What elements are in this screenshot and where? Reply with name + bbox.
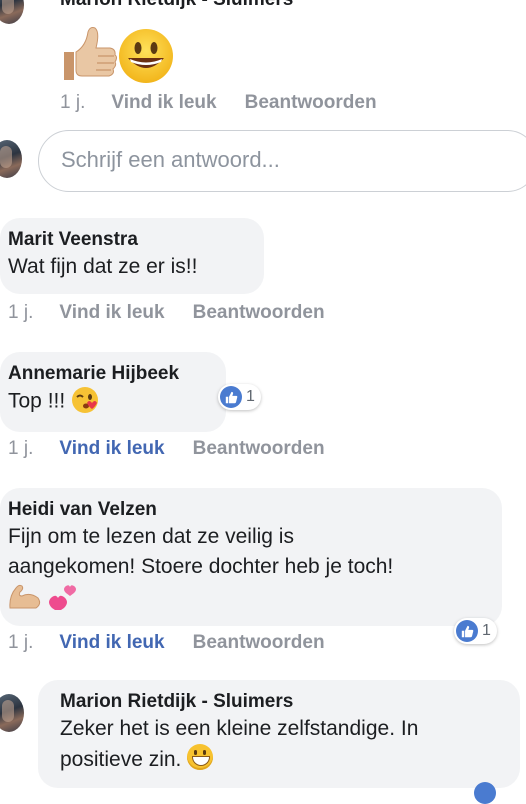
- reaction-count: 1: [246, 388, 255, 405]
- thumbs-up-emoji-icon: [60, 24, 118, 84]
- grinning-face-emoji-icon: [118, 28, 174, 84]
- reaction-badge[interactable]: 1: [218, 384, 261, 410]
- reaction-badge[interactable]: 1: [454, 618, 497, 644]
- reply-link[interactable]: Beantwoorden: [245, 92, 377, 113]
- kiss-wink-emoji-icon: [71, 386, 99, 418]
- reply-time: 1 j.: [60, 92, 86, 113]
- reply-input[interactable]: [59, 146, 503, 174]
- like-link[interactable]: Vind ik leuk: [59, 302, 164, 323]
- comment-time: 1 j.: [8, 632, 34, 653]
- like-badge-icon: [456, 620, 478, 642]
- like-link[interactable]: Vind ik leuk: [59, 632, 164, 653]
- comment-author[interactable]: Marit Veenstra: [8, 228, 250, 252]
- reply-link[interactable]: Beantwoorden: [193, 632, 325, 653]
- comment-time: 1 j.: [8, 438, 34, 459]
- comment-text: Fijn om te lezen dat ze veilig is: [8, 525, 294, 548]
- comment-bubble: Marit Veenstra Wat fijn dat ze er is!!: [0, 218, 264, 294]
- comment-bubble: Annemarie Hijbeek Top !!!: [0, 352, 226, 432]
- reply-link[interactable]: Beantwoorden: [193, 302, 325, 323]
- comment-time: 1 j.: [8, 302, 34, 323]
- comment-text: aangekomen! Stoere dochter heb je toch!: [8, 555, 394, 578]
- reply-link[interactable]: Beantwoorden: [193, 438, 325, 459]
- avatar[interactable]: [0, 694, 24, 732]
- comment-author[interactable]: Heidi van Velzen: [8, 498, 488, 522]
- comment-author[interactable]: Annemarie Hijbeek: [8, 362, 212, 386]
- like-link[interactable]: Vind ik leuk: [59, 438, 164, 459]
- reply-author[interactable]: Marion Rietdijk - Sluimers: [60, 0, 293, 12]
- grinning-face-emoji-icon: [187, 744, 214, 770]
- reply-text: Zeker het is een kleine zelfstandige. In: [60, 717, 419, 740]
- like-badge-icon: [474, 782, 496, 804]
- reply-input-box[interactable]: [38, 130, 526, 192]
- reply-bubble: Marion Rietdijk - Sluimers Zeker het is …: [38, 680, 520, 788]
- comment-text: Top !!!: [8, 389, 66, 413]
- reply-text: positieve zin.: [60, 748, 182, 771]
- reaction-count: 1: [482, 622, 491, 639]
- like-badge-icon: [220, 386, 242, 408]
- two-hearts-emoji-icon: [46, 582, 78, 615]
- avatar: [0, 140, 22, 178]
- flexed-biceps-emoji-icon: [8, 582, 42, 615]
- comment-bubble: Heidi van Velzen Fijn om te lezen dat ze…: [0, 488, 502, 626]
- reply-author[interactable]: Marion Rietdijk - Sluimers: [60, 690, 506, 714]
- like-link[interactable]: Vind ik leuk: [111, 92, 216, 113]
- comment-text: Wat fijn dat ze er is!!: [8, 255, 198, 278]
- avatar[interactable]: [0, 0, 24, 24]
